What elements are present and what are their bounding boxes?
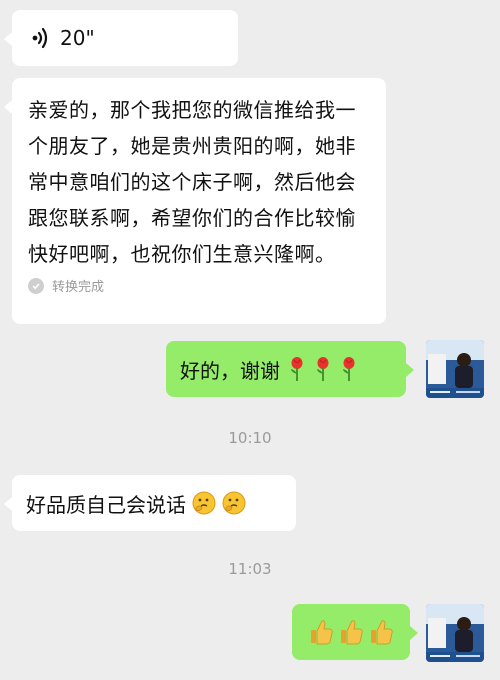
- my-avatar[interactable]: [426, 604, 484, 662]
- thinking-face-emoji: [192, 491, 216, 515]
- transcript-text: 亲爱的，那个我把您的微信推给我一个朋友了，她是贵州贵阳的啊，她非常中意咱们的这个…: [28, 98, 356, 266]
- voice-message-bubble[interactable]: 20": [4, 10, 238, 66]
- incoming-text-bubble[interactable]: 好品质自己会说话: [4, 475, 296, 531]
- conversion-status: 转换完成: [28, 276, 370, 295]
- outgoing-reply-bubble[interactable]: 好的，谢谢: [166, 341, 414, 397]
- conversion-status-label: 转换完成: [52, 280, 105, 295]
- avatar-image: [426, 340, 484, 398]
- rose-emoji: [291, 357, 303, 381]
- rose-emoji: [317, 357, 329, 381]
- voice-wave-icon: [32, 27, 48, 49]
- my-avatar[interactable]: [426, 340, 484, 398]
- thumbs-up-emoji: [311, 620, 333, 645]
- thumbs-up-emoji: [371, 620, 393, 645]
- reply-text: 好的，谢谢: [180, 358, 280, 383]
- timestamp: 11:03: [228, 560, 272, 578]
- voice-transcript-bubble[interactable]: 亲爱的，那个我把您的微信推给我一个朋友了，她是贵州贵阳的啊，她非常中意咱们的这个…: [4, 78, 386, 324]
- voice-duration: 20": [60, 26, 95, 50]
- quality-text: 好品质自己会说话: [26, 492, 186, 517]
- check-icon: [28, 277, 44, 294]
- avatar-image: [426, 604, 484, 662]
- thinking-face-emoji: [222, 491, 246, 515]
- outgoing-emoji-bubble[interactable]: [292, 604, 418, 660]
- rose-emoji: [343, 357, 355, 381]
- timestamp: 10:10: [228, 429, 272, 447]
- thumbs-up-emoji: [341, 620, 363, 645]
